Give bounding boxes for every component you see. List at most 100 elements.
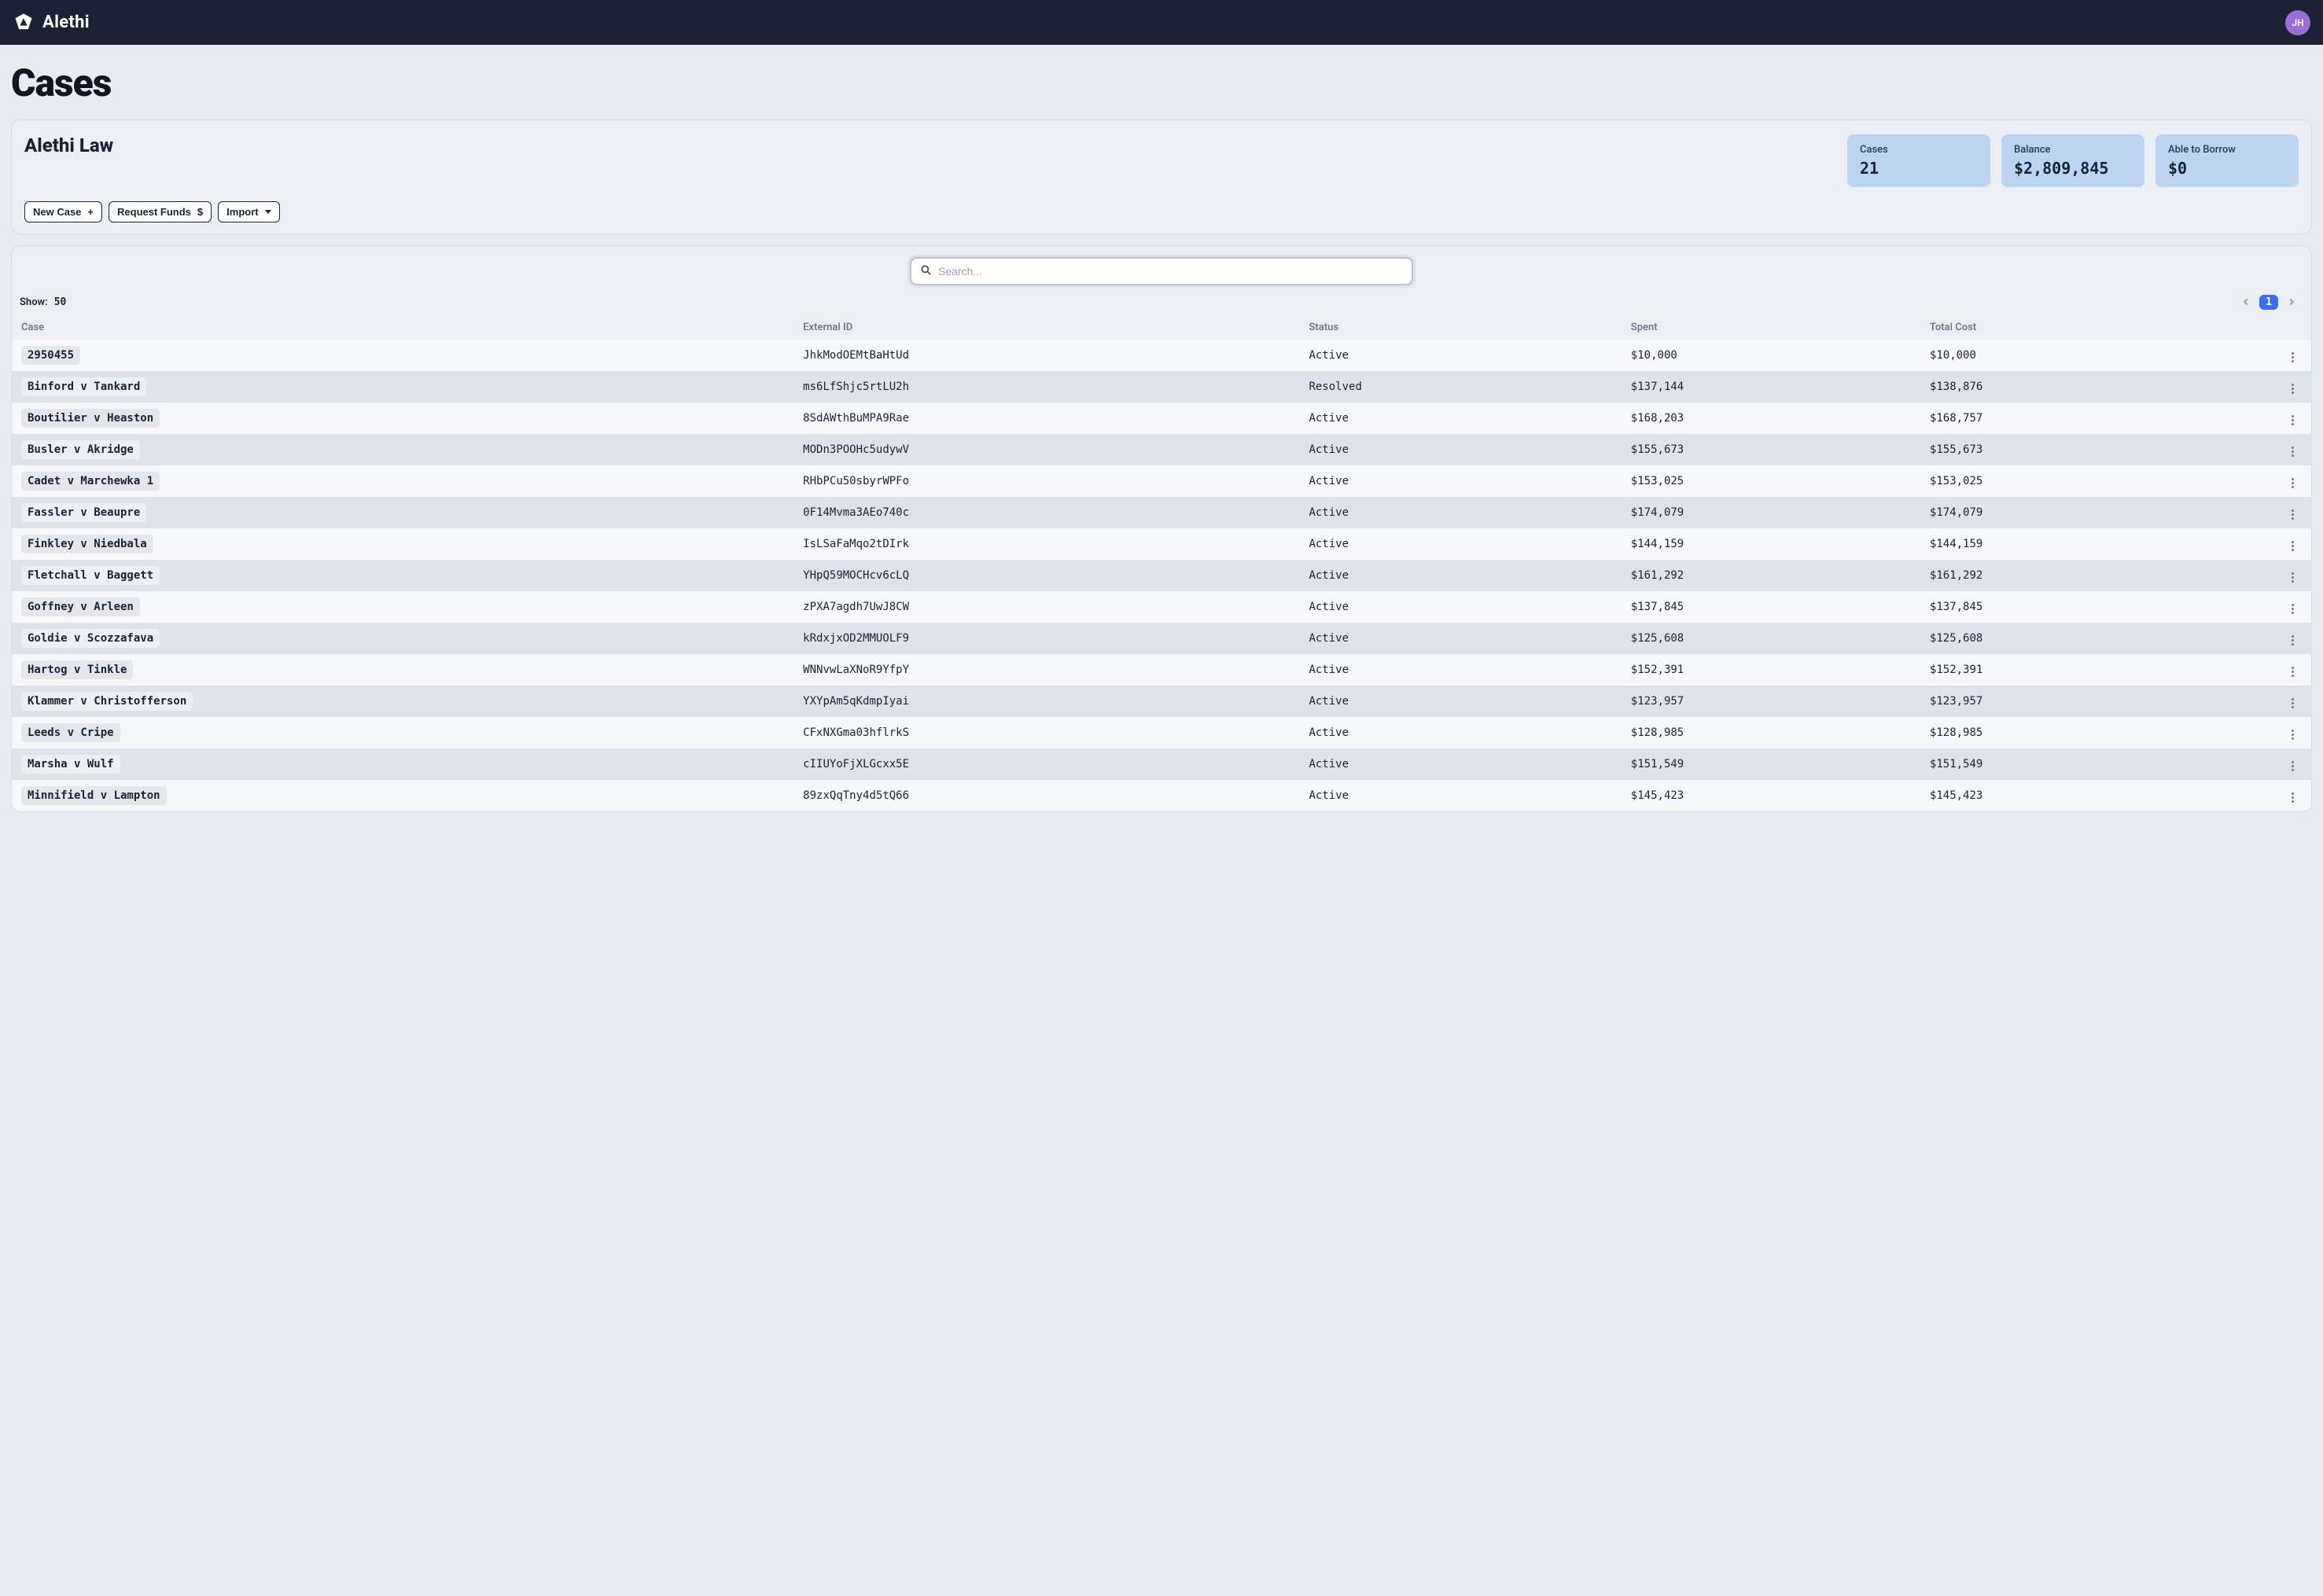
case-chip[interactable]: Leeds v Cripe [21,723,120,742]
page-next-button[interactable] [2283,293,2300,311]
case-chip[interactable]: Fassler v Beaupre [21,503,146,522]
case-chip[interactable]: 2950455 [21,346,80,365]
table-row: Binford v Tankardms6LfShjc5rtLU2hResolve… [12,371,2311,403]
org-stats: Cases 21 Balance $2,809,845 Able to Borr… [1847,134,2299,187]
col-actions [2219,315,2311,340]
cell-external-id: MODn3POOHc5udywV [793,434,1299,465]
case-chip[interactable]: Boutilier v Heaston [21,409,160,428]
row-menu-button[interactable] [2288,726,2297,743]
cell-external-id: zPXA7agdh7UwJ8CW [793,591,1299,623]
cell-external-id: JhkModOEMtBaHtUd [793,340,1299,371]
cell-external-id: kRdxjxOD2MMUOLF9 [793,623,1299,654]
case-chip[interactable]: Finkley v Niedbala [21,535,153,553]
cell-external-id: CFxNXGma03hflrkS [793,717,1299,748]
cell-status: Active [1299,528,1621,560]
brand-logo-icon [13,12,35,34]
row-menu-button[interactable] [2288,664,2297,680]
cell-spent: $137,845 [1622,591,1920,623]
row-menu-button[interactable] [2288,632,2297,649]
cell-total-cost: $123,957 [1920,686,2219,717]
page-prev-button[interactable] [2237,293,2255,311]
row-menu-button[interactable] [2288,443,2297,460]
cell-total-cost: $144,159 [1920,528,2219,560]
cell-total-cost: $152,391 [1920,654,2219,686]
col-spent[interactable]: Spent [1622,315,1920,340]
cell-total-cost: $168,757 [1920,403,2219,434]
col-external-id[interactable]: External ID [793,315,1299,340]
cell-status: Active [1299,434,1621,465]
stat-cases-label: Cases [1860,144,1978,156]
case-chip[interactable]: Goffney v Arleen [21,598,140,616]
cell-spent: $10,000 [1622,340,1920,371]
cell-status: Active [1299,560,1621,591]
row-menu-button[interactable] [2288,412,2297,428]
cell-status: Active [1299,497,1621,528]
cell-total-cost: $174,079 [1920,497,2219,528]
avatar[interactable]: JH [2285,10,2310,35]
cell-total-cost: $155,673 [1920,434,2219,465]
case-chip[interactable]: Cadet v Marchewka 1 [21,472,160,491]
cell-status: Active [1299,591,1621,623]
stat-balance: Balance $2,809,845 [2001,134,2144,187]
row-menu-button[interactable] [2288,381,2297,397]
table-row: 2950455JhkModOEMtBaHtUdActive$10,000$10,… [12,340,2311,371]
table-controls: Show: 50 1 [12,292,2311,315]
cell-status: Active [1299,465,1621,497]
org-panel: Alethi Law Cases 21 Balance $2,809,845 A… [11,120,2312,234]
row-menu-button[interactable] [2288,569,2297,586]
search-input[interactable] [938,265,1404,278]
brand[interactable]: Alethi [13,12,90,34]
row-menu-button[interactable] [2288,475,2297,491]
show-value[interactable]: 50 [54,296,67,308]
topbar: Alethi JH [0,0,2323,45]
case-chip[interactable]: Marsha v Wulf [21,755,120,774]
stat-borrow-value: $0 [2168,159,2286,178]
row-menu-button[interactable] [2288,349,2297,366]
col-status[interactable]: Status [1299,315,1621,340]
row-menu-button[interactable] [2288,538,2297,554]
cell-total-cost: $145,423 [1920,780,2219,811]
case-chip[interactable]: Fletchall v Baggett [21,566,160,585]
case-chip[interactable]: Hartog v Tinkle [21,660,133,679]
cell-spent: $152,391 [1622,654,1920,686]
request-funds-button[interactable]: Request Funds $ [109,201,212,222]
case-chip[interactable]: Minnifield v Lampton [21,786,167,805]
new-case-button[interactable]: New Case + [24,201,102,222]
stat-cases: Cases 21 [1847,134,1990,187]
cell-external-id: YHpQ59MOCHcv6cLQ [793,560,1299,591]
table-row: Goldie v ScozzafavakRdxjxOD2MMUOLF9Activ… [12,623,2311,654]
table-row: Goffney v Arleen zPXA7agdh7UwJ8CWActive$1… [12,591,2311,623]
cell-spent: $174,079 [1622,497,1920,528]
brand-name: Alethi [42,13,90,32]
import-button[interactable]: Import [218,201,279,222]
cell-spent: $125,608 [1622,623,1920,654]
table-row: Busler v Akridge MODn3POOHc5udywVActive $1… [12,434,2311,465]
cell-external-id: WNNvwLaXNoR9YfpY [793,654,1299,686]
stat-balance-label: Balance [2014,144,2132,156]
case-chip[interactable]: Binford v Tankard [21,377,146,396]
search-box[interactable] [910,257,1413,285]
cell-status: Active [1299,654,1621,686]
chevron-down-icon [265,210,271,214]
table-row: Marsha v WulfcIIUYoFjXLGcxx5EActive$151,… [12,748,2311,780]
cell-total-cost: $153,025 [1920,465,2219,497]
page-current-button[interactable]: 1 [2259,295,2278,310]
cell-total-cost: $151,549 [1920,748,2219,780]
row-menu-button[interactable] [2288,758,2297,774]
case-chip[interactable]: Busler v Akridge [21,440,140,459]
row-menu-button[interactable] [2288,601,2297,617]
case-chip[interactable]: Goldie v Scozzafava [21,629,160,648]
cell-total-cost: $128,985 [1920,717,2219,748]
page-title: Cases [11,61,2312,105]
stat-balance-value: $2,809,845 [2014,159,2132,178]
col-total-cost[interactable]: Total Cost [1920,315,2219,340]
table-row: Fassler v Beaupre0F14Mvma3AEo740cActive$… [12,497,2311,528]
row-menu-button[interactable] [2288,789,2297,806]
import-label: Import [226,206,258,218]
row-menu-button[interactable] [2288,695,2297,712]
cell-spent: $144,159 [1622,528,1920,560]
row-menu-button[interactable] [2288,506,2297,523]
col-case[interactable]: Case [12,315,793,340]
case-chip[interactable]: Klammer v Christofferson [21,692,193,711]
table-row: Cadet v Marchewka 1RHbPCu50sbyrWPFoActiv… [12,465,2311,497]
